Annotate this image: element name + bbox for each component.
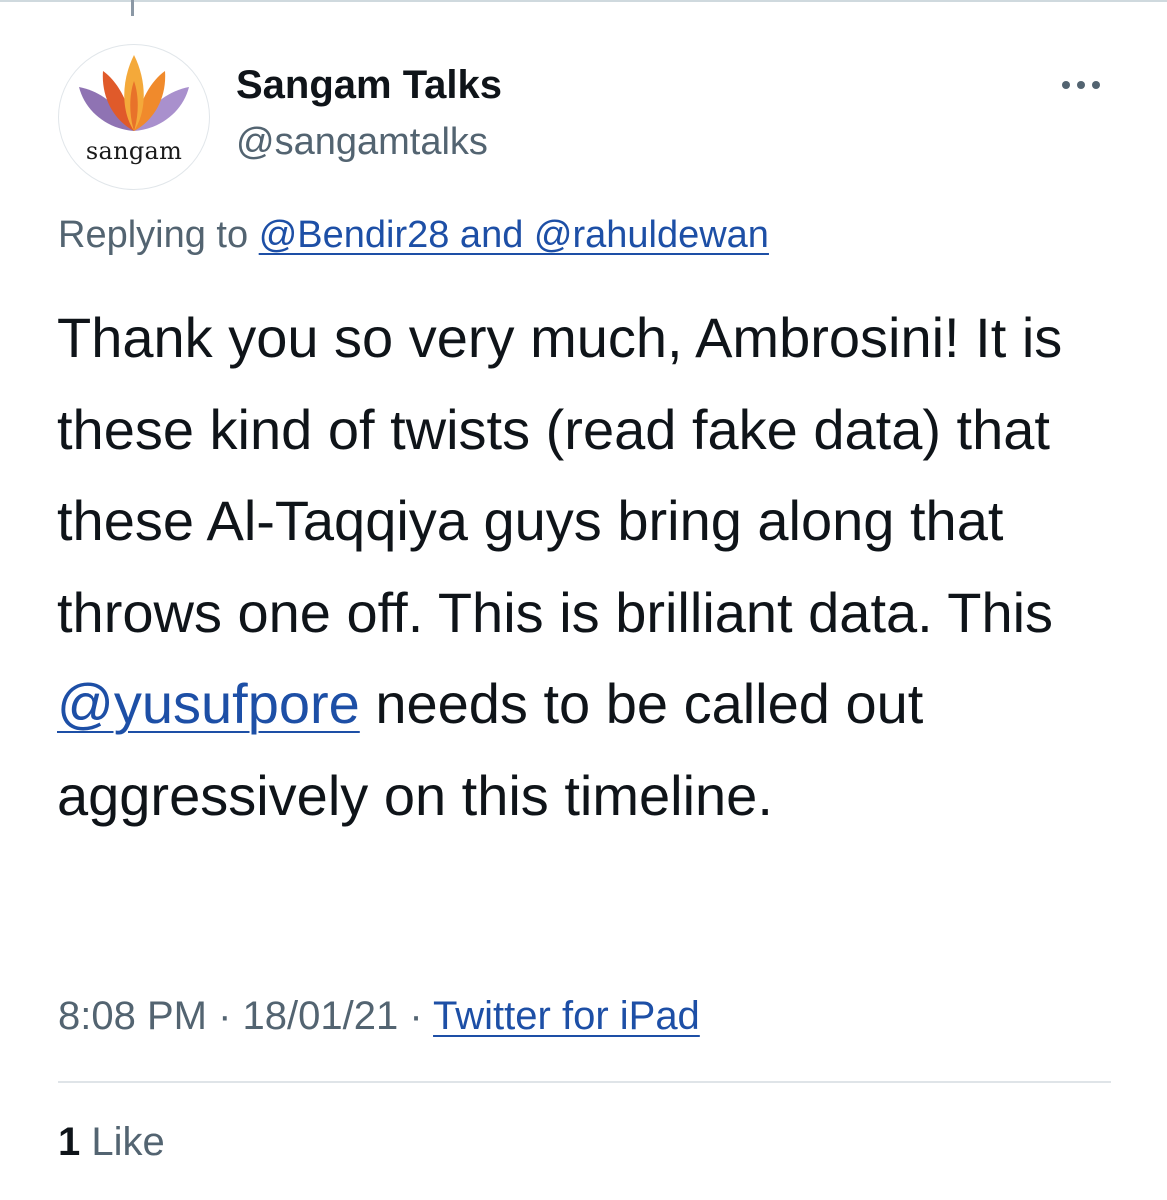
avatar[interactable]: sangam bbox=[58, 44, 210, 190]
dot bbox=[1062, 81, 1070, 89]
replying-to-line: Replying to @Bendir28 and @rahuldewan bbox=[58, 214, 769, 257]
author-display-name[interactable]: Sangam Talks bbox=[236, 63, 502, 108]
tweet-source-link[interactable]: Twitter for iPad bbox=[433, 994, 700, 1038]
like-label: Like bbox=[91, 1120, 165, 1164]
top-border bbox=[0, 0, 1167, 2]
tweet-metadata: 8:08 PM · 18/01/21 · Twitter for iPad bbox=[58, 994, 700, 1039]
likes-stat[interactable]: 1 Like bbox=[58, 1120, 165, 1165]
reply-target-links[interactable]: @Bendir28 and @rahuldewan bbox=[259, 214, 769, 256]
avatar-brand-text: sangam bbox=[85, 137, 183, 165]
like-count: 1 bbox=[58, 1120, 81, 1164]
lotus-icon bbox=[79, 55, 189, 131]
divider bbox=[58, 1081, 1111, 1083]
more-options-icon[interactable] bbox=[1062, 70, 1110, 100]
thread-connector-line bbox=[131, 0, 134, 16]
meta-separator: · bbox=[398, 994, 434, 1038]
meta-separator: · bbox=[206, 994, 243, 1038]
tweet-time[interactable]: 8:08 PM bbox=[58, 994, 207, 1038]
dot bbox=[1092, 81, 1100, 89]
tweet-date[interactable]: 18/01/21 bbox=[243, 994, 399, 1038]
author-handle[interactable]: @sangamtalks bbox=[236, 121, 488, 164]
tweet-text: Thank you so very much, Ambrosini! It is… bbox=[57, 292, 1127, 841]
tweet-text-part-1: Thank you so very much, Ambrosini! It is… bbox=[57, 306, 1063, 644]
dot bbox=[1077, 81, 1085, 89]
replying-to-prefix: Replying to bbox=[58, 214, 249, 256]
mention-link[interactable]: @yusufpore bbox=[57, 672, 360, 735]
